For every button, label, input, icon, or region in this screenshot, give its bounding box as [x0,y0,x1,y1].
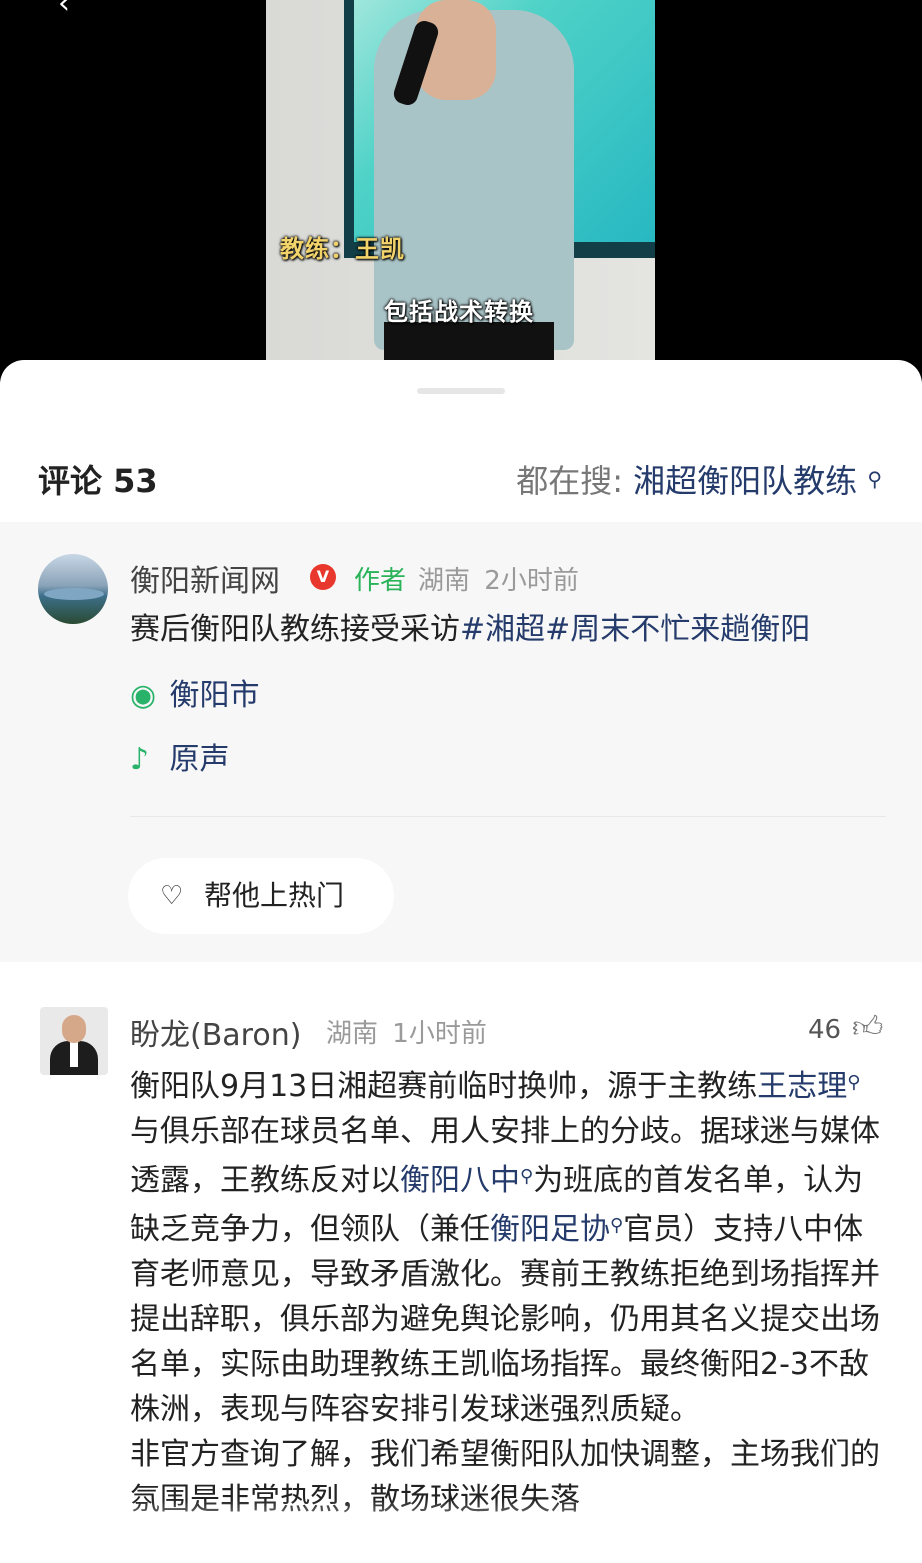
keyword-link[interactable]: 衡阳八中⚲ [400,1163,533,1198]
music-note-icon: ♪ [130,742,150,777]
comment-sheet: 评论 53 都在搜: 湘超衡阳队教练 ⚲ 衡阳新闻网 V 作者 湖南 2小时前 … [0,360,922,1563]
boost-button[interactable]: ♡ 帮他上热门 [128,858,394,934]
reply-time: 1小时前 [392,1019,487,1049]
author-region: 湖南 [418,566,471,596]
search-term-link[interactable]: 湘超衡阳队教练 [633,462,857,500]
reply-avatar[interactable] [40,1007,108,1075]
location-link[interactable]: ◉ 衡阳市 [130,670,260,714]
video-subtitle: 包括战术转换 [384,298,534,326]
search-icon: ⚲ [520,1166,534,1187]
back-icon[interactable]: ‹ [58,0,70,21]
expand-fade [0,1500,922,1563]
verified-badge-icon: V [310,564,336,590]
keyword-link[interactable]: 衡阳足协⚲ [490,1212,623,1247]
video-caption-name: 教练：王凯 [280,235,405,263]
author-name[interactable]: 衡阳新闻网 [130,556,280,600]
video-player[interactable]: ‹ 教练：王凯 包括战术转换 [0,0,922,372]
comments-title: 评论 53 [38,462,158,500]
keyword-link[interactable]: 王志理⚲ [757,1069,860,1104]
hashtag-link[interactable]: #周末不忙来趟衡阳 [545,612,810,647]
thumbs-up-icon[interactable]: 👍︎ [852,1010,883,1046]
search-icon: ⚲ [610,1215,624,1236]
search-icon: ⚲ [867,467,882,491]
reply-meta: 湖南 1小时前 [326,1013,487,1050]
author-meta: 湖南 2小时前 [418,560,579,597]
like-count: 46 [808,1015,842,1045]
reply-paragraph: 衡阳队9月13日湘超赛前临时换帅，源于主教练王志理⚲与俱乐部在球员名单、用人安排… [130,1069,880,1427]
sheet-drag-handle[interactable] [417,388,505,394]
author-tag: 作者 [354,566,407,596]
reply-region: 湖南 [326,1019,379,1049]
location-pin-icon: ◉ [130,678,157,713]
post-text-body: 赛后衡阳队教练接受采访 [130,612,460,647]
search-icon: ⚲ [847,1072,861,1093]
location-label: 衡阳市 [169,678,260,713]
divider [130,816,886,817]
sound-link[interactable]: ♪ 原声 [130,734,230,778]
sound-label: 原声 [169,742,230,777]
heart-icon: ♡ [160,881,184,911]
author-time: 2小时前 [484,566,579,596]
reply-text: 衡阳队9月13日湘超赛前临时换帅，源于主教练王志理⚲与俱乐部在球员名单、用人安排… [130,1060,890,1522]
post-text: 赛后衡阳队教练接受采访#湘超#周末不忙来趟衡阳 [130,604,810,648]
boost-label: 帮他上热门 [204,879,345,912]
hashtag-link[interactable]: #湘超 [460,612,545,647]
search-prefix: 都在搜: [516,462,623,500]
related-search[interactable]: 都在搜: 湘超衡阳队教练 ⚲ [516,456,882,502]
author-avatar[interactable] [38,554,108,624]
reply-author-name[interactable]: 盼龙(Baron) [130,1010,301,1054]
author-post: 衡阳新闻网 V 作者 湖南 2小时前 赛后衡阳队教练接受采访#湘超#周末不忙来趟… [0,522,922,962]
